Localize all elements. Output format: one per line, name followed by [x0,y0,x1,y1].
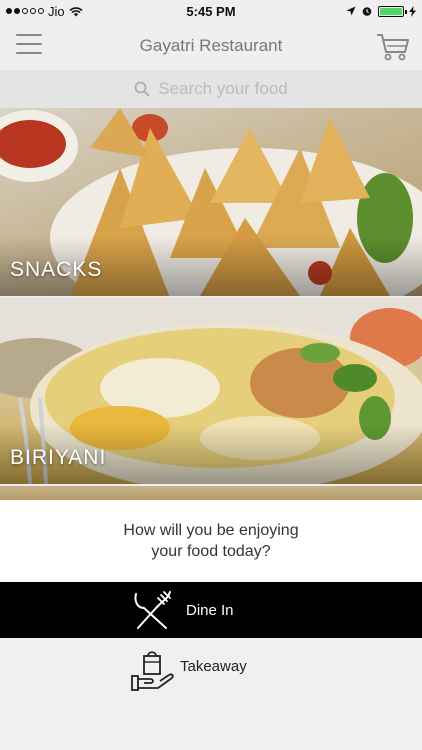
category-card-biriyani[interactable]: BIRIYANI [0,298,422,484]
category-label-snacks: SNACKS [10,258,103,281]
status-bar: Jio 5:45 PM [0,0,422,22]
signal-strength-icon [6,8,44,14]
question-line-1: How will you be enjoying [123,522,299,539]
question-line-2: your food today? [151,543,271,560]
category-list: SNACKS BIRIYANI [0,108,422,500]
fork-knife-icon [134,591,171,629]
order-type-question: How will you be enjoying your food today… [0,500,422,582]
dine-in-label: Dine In [186,601,234,619]
wifi-icon [69,6,83,16]
takeaway-label: Takeaway [180,658,247,675]
order-type-sheet: How will you be enjoying your food today… [0,500,422,750]
battery-icon [378,5,407,17]
category-card-snacks[interactable]: SNACKS [0,108,422,296]
location-arrow-icon [346,6,356,16]
carrier-name: Jio [48,3,65,19]
category-label-biriyani: BIRIYANI [10,446,107,469]
takeaway-bag-icon [131,651,174,691]
category-card-next[interactable] [0,486,422,500]
hamburger-menu-icon[interactable] [16,34,42,56]
shopping-cart-icon[interactable] [376,32,410,62]
search-placeholder: Search your food [158,79,288,98]
page-title: Gayatri Restaurant [139,36,283,55]
search-icon [134,81,150,97]
charging-bolt-icon [409,5,416,17]
takeaway-button[interactable]: Takeaway [0,638,422,750]
dine-in-button[interactable]: Dine In [0,582,422,638]
navigation-bar: Gayatri Restaurant [0,22,422,70]
carrier-signal: Jio [6,4,83,19]
alarm-clock-icon [362,7,372,16]
search-input[interactable]: Search your food [0,70,422,108]
